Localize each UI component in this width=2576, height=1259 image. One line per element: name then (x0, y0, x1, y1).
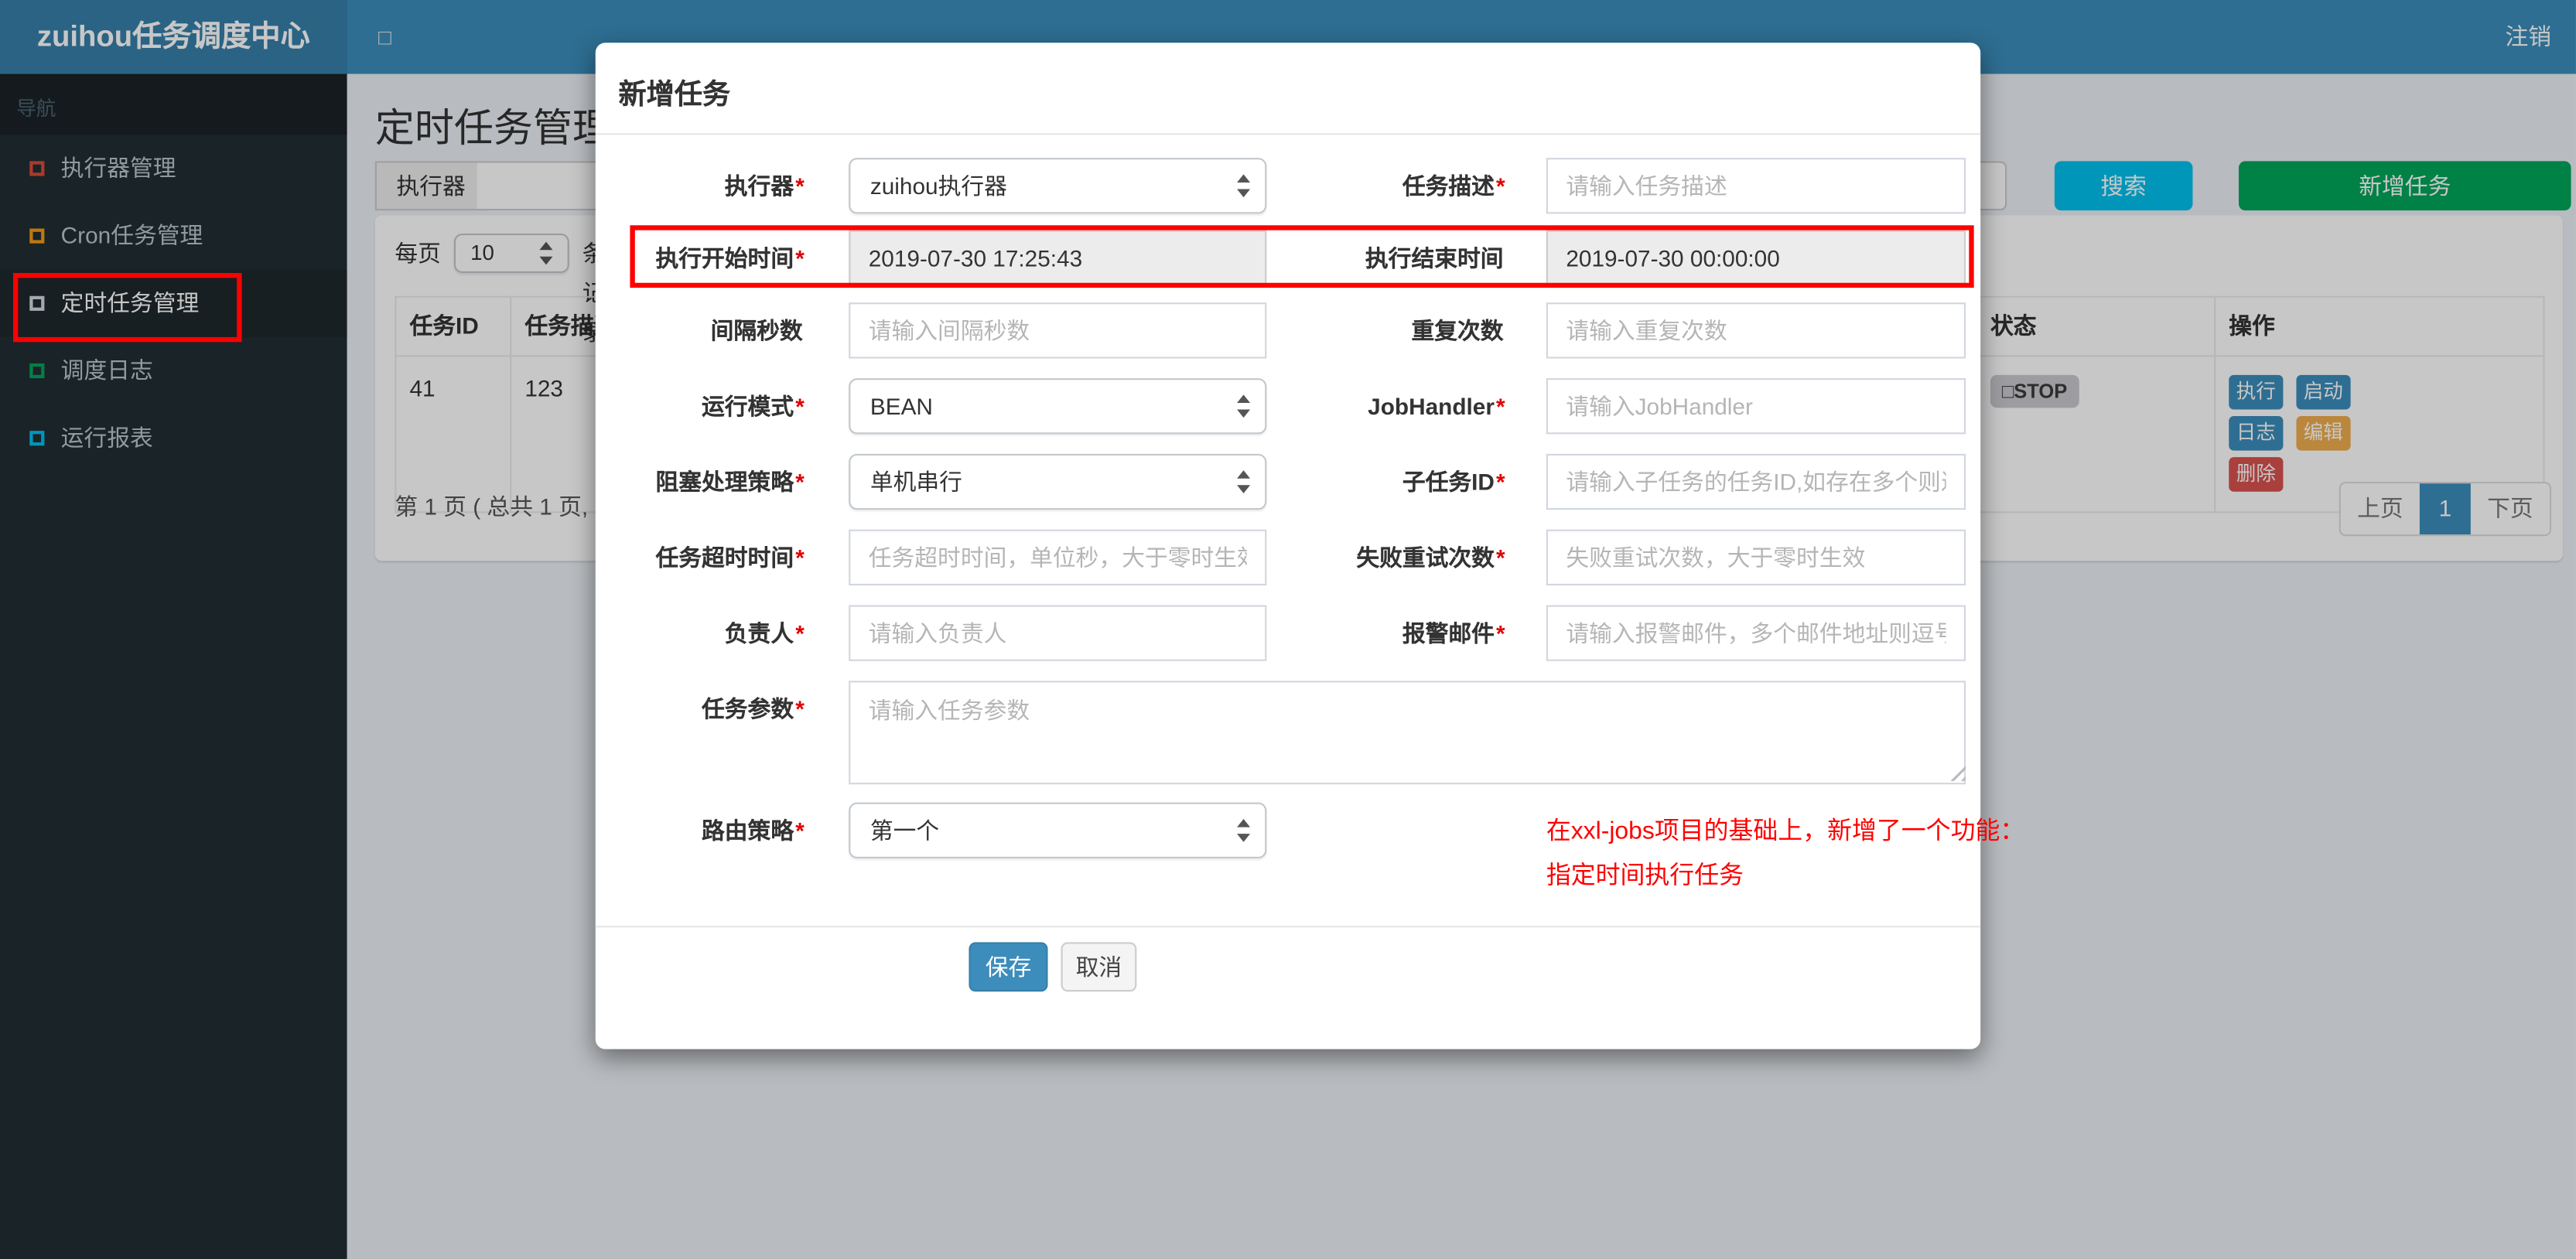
task-desc-input[interactable] (1546, 158, 1966, 214)
repeat-count-input[interactable] (1546, 302, 1966, 359)
alarm-email-label: 报警邮件 * (1402, 619, 1505, 647)
jobhandler-input[interactable] (1546, 378, 1966, 435)
executor-select[interactable]: zuihou执行器 (849, 158, 1267, 214)
block-strategy-label: 阻塞处理策略 * (655, 469, 805, 496)
retry-count-label: 失败重试次数 * (1356, 544, 1505, 571)
select-arrows-icon (1237, 817, 1251, 844)
task-desc-label: 任务描述 * (1402, 172, 1505, 200)
add-task-modal: 新增任务 执行器* zuihou执行器 任务描述* 执行开始时间* 2019-0… (595, 43, 2024, 1049)
child-task-id-input[interactable] (1546, 453, 1966, 510)
start-time-field[interactable]: 2019-07-30 17:25:43 (849, 230, 1267, 286)
end-time-field[interactable]: 2019-07-30 00:00:00 (1546, 230, 1966, 286)
modal-title: 新增任务 (618, 79, 731, 111)
form-row-block-childid: 阻塞处理策略 * 单机串行 子任务ID * (596, 453, 1980, 510)
form-row-executor-desc: 执行器 * zuihou执行器 任务描述 * (596, 158, 1980, 214)
form-row-interval-repeat: 间隔秒数 重复次数 (596, 302, 1980, 359)
retry-count-input[interactable] (1546, 529, 1966, 585)
task-params-textarea[interactable] (849, 681, 1966, 785)
block-strategy-select[interactable]: 单机串行 (849, 453, 1267, 510)
timeout-label: 任务超时时间 * (655, 544, 805, 571)
select-arrows-icon (1237, 172, 1251, 199)
modal-header: 新增任务 (595, 43, 1981, 135)
task-params-label: 任务参数 * (702, 695, 805, 722)
executor-label: 执行器 * (724, 172, 805, 200)
end-time-label: 执行结束时间 (1365, 244, 1504, 271)
form-row-owner-email: 负责人* 报警邮件* (596, 605, 1980, 661)
feature-note: 在xxl-jobs项目的基础上，新增了一个功能： 指定时间执行任务 (1546, 809, 2024, 898)
repeat-count-label: 重复次数 (1411, 317, 1504, 344)
form-row-task-params: 任务参数 * (596, 681, 1980, 785)
route-strategy-select[interactable]: 第一个 (849, 802, 1267, 858)
run-mode-select[interactable]: BEAN (849, 378, 1267, 435)
screenshot-root: zuihou任务调度中心 □ 注销 导航 执行器管理 Cron任务管理 定时任务… (0, 0, 2576, 1259)
owner-label: 负责人 * (724, 619, 805, 647)
child-task-id-label: 子任务ID * (1402, 469, 1505, 496)
form-row-timeout-retry: 任务超时时间* 失败重试次数* (596, 529, 1980, 585)
interval-input[interactable] (849, 302, 1267, 359)
cancel-button[interactable]: 取消 (1061, 942, 1137, 992)
route-strategy-label: 路由策略 * (702, 817, 805, 844)
alarm-email-input[interactable] (1546, 605, 1966, 661)
save-button[interactable]: 保存 (969, 942, 1048, 992)
feature-note-line1: 在xxl-jobs项目的基础上，新增了一个功能： (1546, 817, 2025, 845)
jobhandler-label: JobHandler * (1368, 393, 1505, 420)
form-row-start-end-time: 执行开始时间 * 2019-07-30 17:25:43 执行结束时间 2019-… (596, 230, 1980, 286)
start-time-label: 执行开始时间 * (655, 244, 805, 271)
timeout-input[interactable] (849, 529, 1267, 585)
feature-note-line2: 指定时间执行任务 (1546, 862, 1744, 890)
select-arrows-icon (1237, 469, 1251, 495)
interval-label: 间隔秒数 (710, 317, 803, 344)
select-arrows-icon (1237, 393, 1251, 419)
form-row-mode-handler: 运行模式 * BEAN JobHandler * (596, 378, 1980, 435)
modal-footer: 保存 取消 (595, 926, 1981, 1049)
run-mode-label: 运行模式 * (702, 393, 805, 420)
owner-input[interactable] (849, 605, 1267, 661)
